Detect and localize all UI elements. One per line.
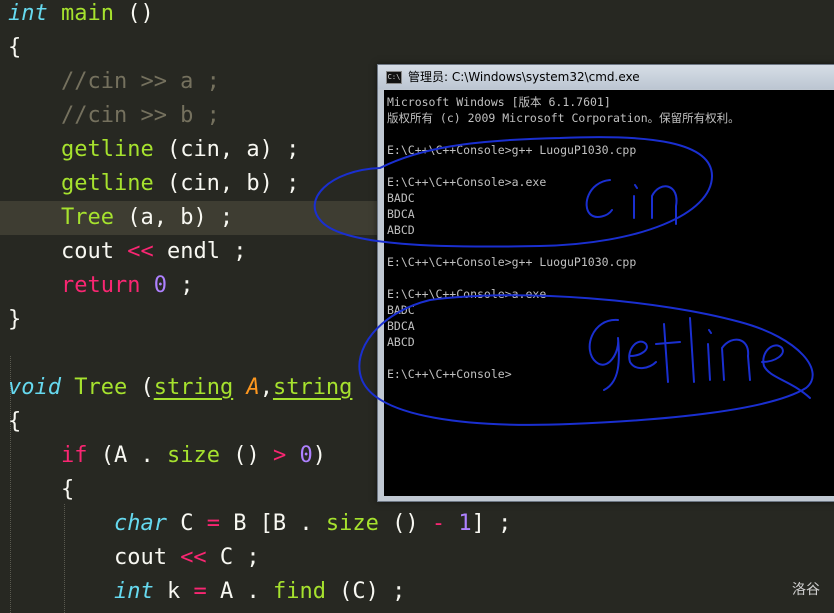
watermark-logo: 洛谷 (792, 582, 820, 598)
ink-text-cin (585, 179, 678, 225)
handwritten-annotations (313, 136, 814, 426)
ink-circle-cin (313, 136, 713, 248)
ink-circle-getline (358, 294, 814, 426)
ink-text-getline (588, 317, 811, 399)
